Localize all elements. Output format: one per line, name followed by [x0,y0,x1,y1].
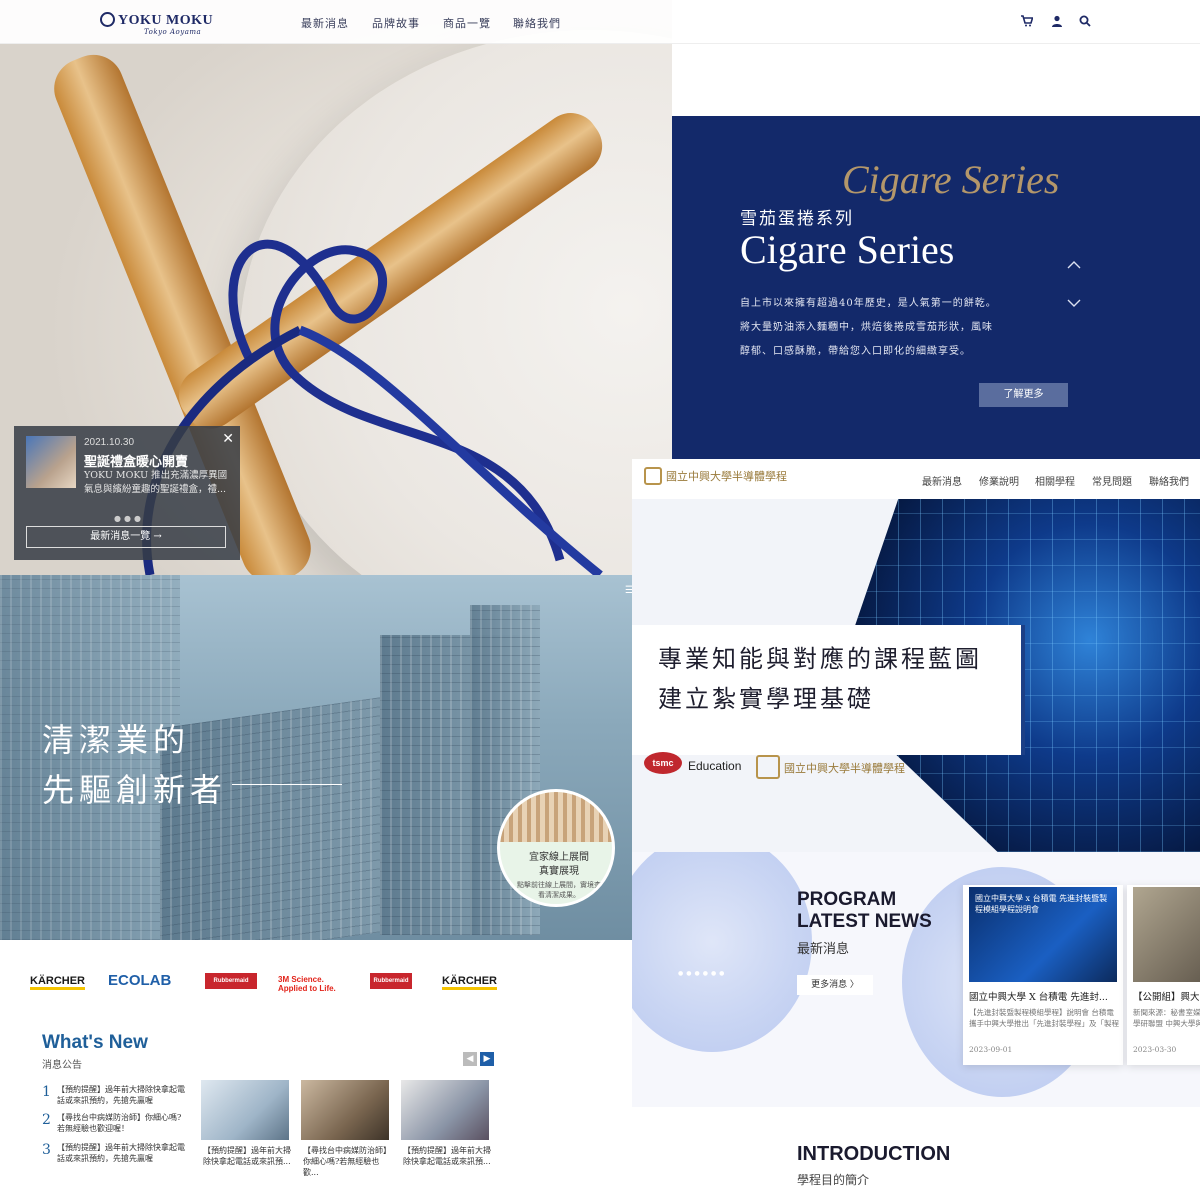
nchu-hero: 專業知能與對應的課程藍圖 建立紮實學理基礎 tsmc Education 國立中… [632,499,1200,852]
news-number: 2 [42,1112,51,1128]
brand-logo-rubbermaid[interactable]: Rubbermaid [205,973,257,989]
cart-icon[interactable] [1021,15,1033,27]
program-title-line2: LATEST NEWS [797,911,932,932]
card-text: 【先進封裝暨製程模組學程】說明會 台積電攜手中興大學推出「先進封裝學程」及「製程… [969,1008,1119,1028]
news-title[interactable]: 聖誕禮盒暖心開賣 [84,451,188,470]
tsmc-logo: tsmc [644,752,682,774]
nav-contact[interactable]: 聯絡我們 [1149,473,1189,488]
bubble-text: 點擊前往線上展間，實境查看清潔成果。 [517,881,601,899]
news-card[interactable]: 國立中興大學 x 台積電 先進封裝暨製程模組學程說明會 國立中興大學 X 台積電… [963,885,1123,1065]
nchu-site: 國立中興大學半導體學程 最新消息 修業說明 相關學程 常見問題 聯絡我們 專業知… [632,459,1200,1200]
hero-headline-2: 建立紮實學理基礎 [658,685,874,713]
card-date: 2023-03-30 [1133,1045,1177,1054]
university-seal-icon [756,755,780,779]
news-card: ✕ 2021.10.30 聖誕禮盒暖心開賣 YOKU MOKU 推出充滿濃厚異國… [14,426,240,560]
next-arrow-icon[interactable]: ▶ [480,1052,494,1066]
news-thumbnail[interactable] [201,1080,289,1140]
thumb-caption[interactable]: 【預約提醒】過年前大掃除快拿起電話或來訊預... [203,1145,293,1167]
title-divider [232,784,342,785]
card-date: 2023-09-01 [969,1045,1013,1054]
card-text: 新聞來源：秘書室媒體公關中心 興大半導體學研聯盟 中興大學與台積電合作開設「台積… [1133,1008,1200,1028]
brand-logo-3m[interactable]: 3M Science. Applied to Life. [278,975,348,993]
news-thumbnail[interactable] [301,1080,389,1140]
bubble-title: 真實展現 [539,866,579,877]
introduction-title: INTRODUCTION [797,1143,951,1165]
chevron-up-icon[interactable] [1067,260,1081,270]
nchu-logo-secondary: 國立中興大學半導體學程 [756,755,905,779]
user-icon[interactable] [1051,15,1063,27]
card-banner: 國立中興大學 x 台積電 先進封裝暨製程模組學程說明會 [975,894,1108,914]
introduction-subtitle: 學程目的簡介 [797,1173,870,1187]
carousel-dots[interactable]: ●●● [114,514,144,523]
thumb-caption[interactable]: 【尋找台中病媒防治師】你細心嗎?若無經驗也歡... [303,1145,393,1178]
news-item[interactable]: 【尋找台中病媒防治師】你細心嗎?若無經驗也歡迎喔！ [57,1112,187,1134]
nav-requirements[interactable]: 修業說明 [979,473,1019,488]
brand-logo-karcher[interactable]: KÄRCHER [442,975,497,990]
program-news-section: ●●●●●● PROGRAM LATEST NEWS 最新消息 更多消息 〉 國… [632,852,1200,1107]
cleaning-hero: 清潔業的 先驅創新者 ☰ 宜家線上展間 真實展現 點擊前往線上展間，實境查看清潔… [0,575,632,940]
news-card[interactable]: 【公開組】興大半導體... 新聞來源：秘書室媒體公關中心 興大半導體學研聯盟 中… [1127,885,1200,1065]
news-number: 1 [42,1084,51,1100]
news-number: 3 [42,1142,51,1158]
cigare-desc-line: 將大量奶油添入麵糰中，烘焙後捲成雪茄形狀，風味 [740,322,993,333]
news-date: 2021.10.30 [84,437,135,448]
news-thumbnail[interactable] [401,1080,489,1140]
nchu-header: 國立中興大學半導體學程 最新消息 修業說明 相關學程 常見問題 聯絡我們 [632,459,1200,499]
brand-logo-karcher[interactable]: KÄRCHER [30,975,85,990]
carousel-dots[interactable]: ●●●●●● [678,970,727,977]
nav-news[interactable]: 最新消息 [922,473,962,488]
nav-brand-story[interactable]: 品牌故事 [372,15,420,31]
menu-icon[interactable]: ☰ [625,585,632,596]
nav-contact[interactable]: 聯絡我們 [513,15,561,31]
card-title[interactable]: 【公開組】興大半導體... [1133,989,1200,1003]
cigare-desc-line: 自上市以來擁有超過40年歷史，是人氣第一的餅乾。 [740,298,997,309]
brand-logo-ecolab[interactable]: ECOLAB [108,972,171,989]
hero-title-line2: 先驅創新者 [42,771,228,809]
learn-more-button[interactable]: 了解更多 [979,383,1068,407]
whats-new-subtitle: 消息公告 [42,1060,82,1071]
education-label: Education [688,759,742,773]
showroom-image [500,792,612,842]
card-title[interactable]: 國立中興大學 X 台積電 先進封... [969,989,1119,1003]
card-image [1133,887,1200,982]
cigare-desc-line: 醇郁、口感酥脆，帶給您入口即化的細緻享受。 [740,346,971,357]
card-image: 國立中興大學 x 台積電 先進封裝暨製程模組學程說明會 [969,887,1117,982]
news-thumbnail[interactable] [26,436,76,488]
news-list-button[interactable]: 最新消息一覽 → [26,526,226,548]
search-icon[interactable] [1079,15,1091,27]
news-text: YOKU MOKU 推出充滿濃厚異國氣息與繽紛童趣的聖誕禮盒，禮... [84,470,228,495]
nav-related-programs[interactable]: 相關學程 [1035,473,1075,488]
hero-headline-1: 專業知能與對應的課程藍圖 [658,645,982,673]
nav-faq[interactable]: 常見問題 [1092,473,1132,488]
thumb-caption[interactable]: 【預約提醒】過年前大掃除快拿起電話或來訊預... [403,1145,493,1167]
university-seal-icon [644,467,662,485]
whats-new-title: What's New [42,1032,148,1053]
program-title-line1: PROGRAM [797,889,897,910]
close-icon[interactable]: ✕ [222,430,234,447]
script-heading: Cigare Series [842,157,1060,202]
yoku-logo[interactable]: YOKU MOKU Tokyo Aoyama [100,12,213,36]
nav-news[interactable]: 最新消息 [301,15,349,31]
decorative-circle [632,852,812,1052]
hero-title-line1: 清潔業的 [42,721,191,759]
chevron-down-icon[interactable] [1067,298,1081,308]
cleaning-site: 清潔業的 先驅創新者 ☰ 宜家線上展間 真實展現 點擊前往線上展間，實境查看清潔… [0,575,632,1200]
more-news-button[interactable]: 更多消息 〉 [797,975,873,995]
yoku-hero: ✕ 2021.10.30 聖誕禮盒暖心開賣 YOKU MOKU 推出充滿濃厚異國… [0,0,672,575]
cigare-panel: Cigare Series 雪茄蛋捲系列 Cigare Series 自上市以來… [672,116,1200,459]
news-item[interactable]: 【預約提醒】過年前大掃除快拿起電話或來訊預約，先搶先贏喔 [57,1084,187,1106]
logo-mark-icon [100,12,115,27]
program-subtitle: 最新消息 [797,942,850,957]
cigare-title: Cigare Series [740,227,955,272]
bubble-title: 宜家線上展間 [529,852,589,863]
prev-arrow-icon[interactable]: ◀ [463,1052,477,1066]
yoku-header: YOKU MOKU Tokyo Aoyama 最新消息 品牌故事 商品一覽 聯絡… [0,0,1200,44]
showroom-bubble[interactable]: 宜家線上展間 真實展現 點擊前往線上展間，實境查看清潔成果。 [497,789,615,907]
news-item[interactable]: 【預約提醒】過年前大掃除快拿起電話或來訊預約，先搶先贏喔 [57,1142,187,1164]
nav-products[interactable]: 商品一覽 [443,15,491,31]
nchu-logo[interactable]: 國立中興大學半導體學程 [644,467,787,485]
brand-logo-rubbermaid[interactable]: Rubbermaid [370,973,412,989]
